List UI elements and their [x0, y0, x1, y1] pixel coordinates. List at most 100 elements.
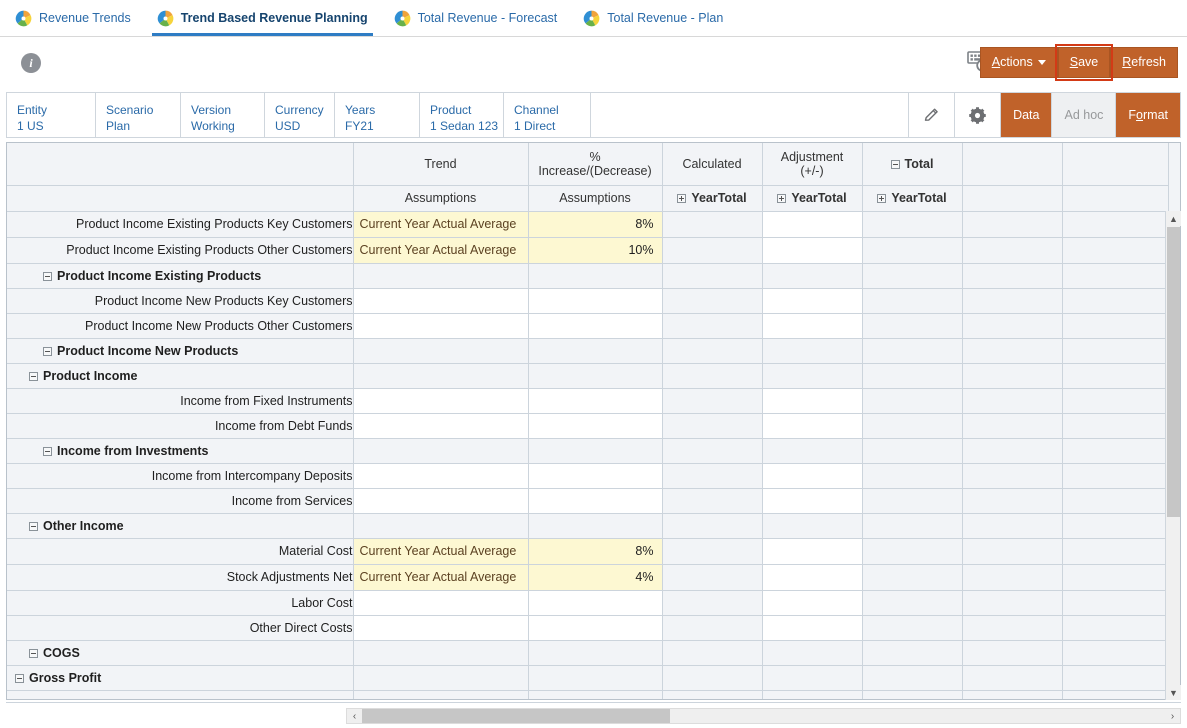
cell-calculated[interactable] [662, 363, 763, 389]
cell-adjustment[interactable] [762, 615, 863, 641]
actions-button[interactable]: Actions [979, 47, 1058, 78]
cell-trend[interactable] [353, 640, 529, 666]
cell-total[interactable] [862, 538, 963, 565]
cell-adjustment[interactable] [762, 438, 863, 464]
cell-total[interactable] [862, 640, 963, 666]
cell-blank-6[interactable] [962, 640, 1063, 666]
cell-blank-6[interactable] [962, 438, 1063, 464]
cell-blank-6[interactable] [962, 211, 1063, 238]
cell-percent-increase-decrease[interactable] [528, 338, 663, 364]
pov-member-scenario[interactable]: Scenario Plan [96, 93, 181, 137]
vertical-scroll-thumb[interactable] [1167, 227, 1180, 517]
table-row[interactable]: Product Income [7, 363, 1169, 389]
cell-total[interactable] [862, 388, 963, 414]
cell-percent-increase-decrease[interactable] [528, 313, 663, 339]
expand-minus-icon[interactable] [15, 673, 24, 683]
tab-total-revenue-forecast[interactable]: Total Revenue - Forecast [383, 0, 569, 36]
cell-total[interactable] [862, 665, 963, 691]
cell-adjustment[interactable] [762, 363, 863, 389]
cell-trend[interactable] [353, 463, 529, 489]
pov-member-years[interactable]: Years FY21 [335, 93, 420, 137]
cell-blank-6[interactable] [962, 564, 1063, 591]
cell-trend[interactable] [353, 590, 529, 616]
grid-vertical-scrollbar[interactable]: ▲ ▼ [1165, 211, 1181, 700]
cell-percent-increase-decrease[interactable] [528, 363, 663, 389]
horizontal-scroll-thumb[interactable] [362, 709, 670, 723]
cell-blank-6[interactable] [962, 237, 1063, 264]
cell-percent-increase-decrease[interactable] [528, 388, 663, 414]
cell-calculated[interactable] [662, 538, 763, 565]
cell-blank-7[interactable] [1062, 363, 1169, 389]
gear-icon[interactable] [955, 93, 1002, 137]
column-subheader-yeartotal-3[interactable]: YearTotal [662, 185, 763, 212]
cell-blank-7[interactable] [1062, 640, 1169, 666]
cell-adjustment[interactable] [762, 640, 863, 666]
cell-trend[interactable] [353, 338, 529, 364]
cell-blank-6[interactable] [962, 488, 1063, 514]
cell-blank-7[interactable] [1062, 313, 1169, 339]
column-header-total[interactable]: Total [862, 143, 963, 186]
cell-adjustment[interactable] [762, 388, 863, 414]
cell-blank-7[interactable] [1062, 590, 1169, 616]
cell-calculated[interactable] [662, 388, 763, 414]
cell-trend[interactable] [353, 513, 529, 539]
cell-total[interactable] [862, 363, 963, 389]
column-subheader-assumptions-2[interactable]: Assumptions [528, 185, 663, 212]
pov-member-version[interactable]: Version Working [181, 93, 265, 137]
row-header-cell[interactable]: Other Income [7, 513, 354, 539]
cell-calculated[interactable] [662, 564, 763, 591]
row-header-cell[interactable]: COGS [7, 640, 354, 666]
cell-calculated[interactable] [662, 338, 763, 364]
table-row[interactable]: Other Direct Costs [7, 615, 1169, 641]
expand-plus-icon[interactable] [677, 194, 687, 204]
column-header-increase-decrease[interactable]: % Increase/(Decrease) [528, 143, 663, 186]
expand-minus-icon[interactable] [890, 159, 900, 169]
expand-plus-icon[interactable] [777, 194, 787, 204]
cell-blank-7[interactable] [1062, 338, 1169, 364]
cell-adjustment[interactable] [762, 564, 863, 591]
cell-percent-increase-decrease[interactable] [528, 665, 663, 691]
row-header-cell[interactable]: Gross Profit [7, 665, 354, 691]
table-row[interactable] [7, 690, 1169, 699]
cell-total[interactable] [862, 488, 963, 514]
cell-total[interactable] [862, 615, 963, 641]
row-header-cell[interactable]: Product Income Existing Products [7, 263, 354, 289]
cell-blank-7[interactable] [1062, 211, 1169, 238]
table-row[interactable]: Stock Adjustments Net Current Year Actual… [7, 564, 1169, 591]
column-subheader-yeartotal-5[interactable]: YearTotal [862, 185, 963, 212]
row-header-cell[interactable]: Income from Investments [7, 438, 354, 464]
row-header-cell[interactable]: Stock Adjustments Net [7, 564, 354, 591]
table-row[interactable]: Gross Profit [7, 665, 1169, 691]
row-header-cell[interactable]: Income from Services [7, 488, 354, 514]
cell-trend[interactable]: Current Year Actual Average [353, 538, 529, 565]
cell-trend[interactable] [353, 615, 529, 641]
table-row[interactable]: Income from Investments [7, 438, 1169, 464]
expand-minus-icon[interactable] [29, 371, 38, 381]
column-subheader-assumptions-1[interactable]: Assumptions [353, 185, 529, 212]
cell-blank-7[interactable] [1062, 463, 1169, 489]
row-header-cell[interactable]: Product Income [7, 363, 354, 389]
cell-trend[interactable] [353, 665, 529, 691]
cell-calculated[interactable] [662, 590, 763, 616]
cell-adjustment[interactable] [762, 413, 863, 439]
cell-adjustment[interactable] [762, 665, 863, 691]
column-subheader-blank-6[interactable] [962, 185, 1063, 212]
cell-total[interactable] [862, 288, 963, 314]
row-header-cell[interactable]: Income from Fixed Instruments [7, 388, 354, 414]
cell-trend[interactable] [353, 363, 529, 389]
expand-minus-icon[interactable] [43, 346, 52, 356]
cell-trend[interactable] [353, 263, 529, 289]
pov-member-channel[interactable]: Channel 1 Direct [504, 93, 591, 137]
scroll-up-arrow-icon[interactable]: ▲ [1166, 211, 1181, 226]
grid-horizontal-scrollbar[interactable]: ‹ › [346, 708, 1181, 724]
cell-calculated[interactable] [662, 615, 763, 641]
cell-percent-increase-decrease[interactable]: 8% [528, 211, 663, 238]
cell-blank-7[interactable] [1062, 665, 1169, 691]
cell-calculated[interactable] [662, 438, 763, 464]
scroll-right-arrow-icon[interactable]: › [1165, 709, 1180, 723]
column-header-adjustment[interactable]: Adjustment (+/-) [762, 143, 863, 186]
cell-blank-7[interactable] [1062, 413, 1169, 439]
cell-percent-increase-decrease[interactable]: 10% [528, 237, 663, 264]
cell-adjustment[interactable] [762, 488, 863, 514]
expand-minus-icon[interactable] [43, 446, 52, 456]
